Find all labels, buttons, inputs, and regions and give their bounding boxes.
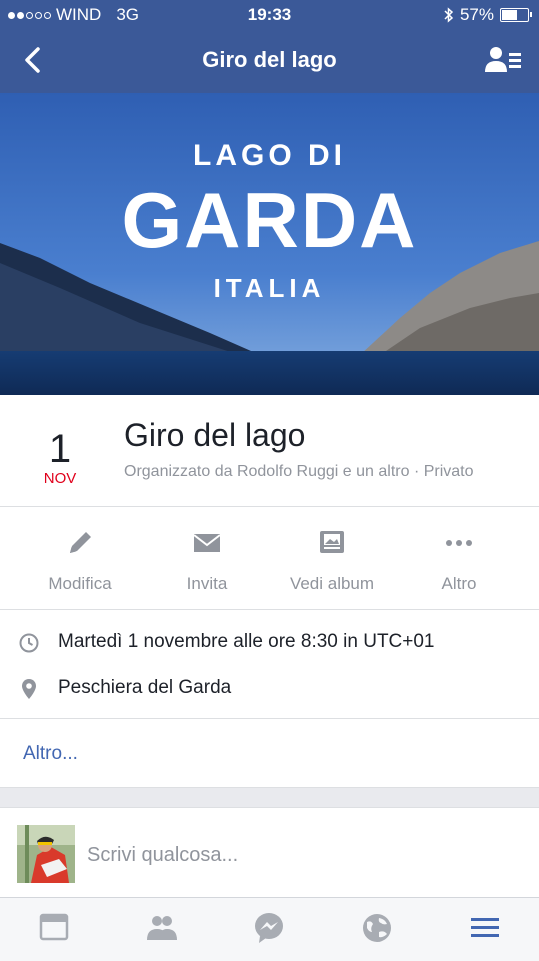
event-organizer[interactable]: Organizzato da Rodolfo Ruggi e un altro … [124, 463, 474, 481]
status-bar: WIND 3G 19:33 57% [0, 0, 539, 30]
battery-percent: 57% [459, 5, 494, 24]
event-date-day: 1 [48, 427, 72, 471]
event-actions: Modifica Invita Vedi album Altro [0, 507, 539, 610]
globe-icon [363, 914, 391, 942]
friends-icon [147, 916, 177, 940]
more-info-link[interactable]: Altro... [23, 743, 78, 765]
event-details: Martedì 1 novembre alle ore 8:30 in UTC+… [0, 610, 539, 719]
pencil-icon [70, 532, 91, 553]
tab-friends[interactable] [142, 910, 182, 946]
view-album-label: Vedi album [289, 574, 375, 593]
battery-icon [500, 8, 532, 22]
event-header: 1 NOV Giro del lago Organizzato da Rodol… [0, 395, 539, 507]
page-title: Giro del lago [202, 47, 337, 72]
cover-text-line3: ITALIA [213, 273, 326, 303]
tab-menu[interactable] [465, 910, 505, 946]
composer-input[interactable]: Scrivi qualcosa... [87, 844, 238, 867]
edit-label: Modifica [48, 574, 112, 593]
news-feed-icon [39, 913, 69, 941]
more-actions-button[interactable]: Altro [394, 507, 524, 609]
bluetooth-icon [444, 7, 454, 23]
event-location-row[interactable]: Peschiera del Garda [0, 668, 539, 708]
event-time-row[interactable]: Martedì 1 novembre alle ore 8:30 in UTC+… [0, 622, 539, 662]
invite-label: Invita [186, 574, 228, 593]
avatar[interactable] [17, 825, 75, 883]
tab-bar [0, 897, 539, 961]
event-title: Giro del lago [124, 417, 306, 453]
tab-news-feed[interactable] [34, 910, 74, 946]
cover-text-line2: GARDA [121, 176, 418, 264]
friends-list-button[interactable] [485, 44, 523, 76]
menu-icon [471, 918, 499, 937]
messenger-icon [255, 913, 283, 943]
album-icon [320, 531, 344, 553]
more-actions-label: Altro [441, 574, 477, 593]
event-cover-photo[interactable]: LAGO DI GARDA ITALIA [0, 93, 539, 395]
tab-messenger[interactable] [249, 910, 289, 946]
post-composer[interactable]: Scrivi qualcosa... [0, 807, 539, 898]
clock-icon [19, 633, 39, 653]
location-pin-icon [22, 679, 36, 699]
envelope-icon [193, 534, 221, 552]
event-time-text: Martedì 1 novembre alle ore 8:30 in UTC+… [58, 631, 435, 652]
more-info-section: Altro... [0, 719, 539, 788]
top-bar: WIND 3G 19:33 57% Giro del lago [0, 0, 539, 93]
cover-text-line1: LAGO DI [193, 139, 346, 172]
edit-button[interactable]: Modifica [15, 507, 145, 609]
view-album-button[interactable]: Vedi album [267, 507, 397, 609]
event-date-month: NOV [43, 470, 77, 487]
tab-notifications[interactable] [357, 910, 397, 946]
event-location-text: Peschiera del Garda [58, 677, 232, 698]
friends-list-icon [485, 47, 521, 72]
more-dots-icon [446, 540, 472, 546]
invite-button[interactable]: Invita [142, 507, 272, 609]
